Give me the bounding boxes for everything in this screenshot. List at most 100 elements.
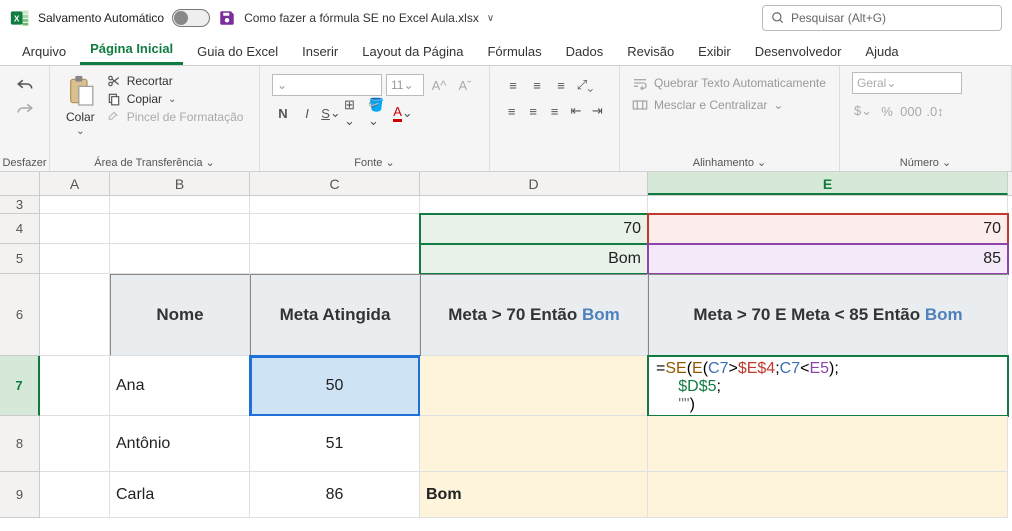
underline-button[interactable]: S ⌄ xyxy=(320,102,342,124)
search-input[interactable]: Pesquisar (Alt+G) xyxy=(762,5,1002,31)
orient[interactable]: ⤢⌄ xyxy=(574,74,596,96)
tab-pagina-inicial[interactable]: Página Inicial xyxy=(80,35,183,65)
group-align: Alinhamento ⌄ xyxy=(620,156,839,169)
hdr-d[interactable]: Meta > 70 Então Bom xyxy=(420,274,648,356)
col-D[interactable]: D xyxy=(420,172,648,195)
font-color-button[interactable]: A⌄ xyxy=(392,102,414,124)
cell-B8[interactable]: Antônio xyxy=(110,416,250,472)
cell-E5[interactable]: 85 xyxy=(648,244,1008,274)
size-combo[interactable]: 11 ⌄ xyxy=(386,74,424,96)
svg-text:X: X xyxy=(14,13,20,23)
col-A[interactable]: A xyxy=(40,172,110,195)
tab-exibir[interactable]: Exibir xyxy=(688,38,741,65)
grow-font[interactable]: A^ xyxy=(428,74,450,96)
paste-icon xyxy=(66,74,94,108)
brush-icon xyxy=(107,110,121,124)
cell-C7[interactable]: 50 xyxy=(250,356,420,416)
copy-icon xyxy=(107,92,121,106)
currency-button[interactable]: $⌄ xyxy=(852,100,874,122)
tab-layout[interactable]: Layout da Página xyxy=(352,38,473,65)
cell-E8[interactable] xyxy=(648,416,1008,472)
tab-dados[interactable]: Dados xyxy=(556,38,614,65)
tab-arquivo[interactable]: Arquivo xyxy=(12,38,76,65)
percent-button[interactable]: % xyxy=(876,100,898,122)
cell-D4[interactable]: 70 xyxy=(420,214,648,244)
cell-D8[interactable] xyxy=(420,416,648,472)
tab-inserir[interactable]: Inserir xyxy=(292,38,348,65)
borders-button[interactable]: ⊞ ⌄ xyxy=(344,102,366,124)
group-numero: Número ⌄ xyxy=(840,156,1011,169)
indent-dec[interactable]: ⇤ xyxy=(566,100,585,122)
tab-guia[interactable]: Guia do Excel xyxy=(187,38,288,65)
comma-button[interactable]: 000 xyxy=(900,100,922,122)
merge-icon xyxy=(632,98,648,112)
tab-ajuda[interactable]: Ajuda xyxy=(855,38,908,65)
row-3[interactable]: 3 xyxy=(0,196,40,214)
hdr-nome[interactable]: Nome xyxy=(110,274,250,356)
row-9[interactable]: 9 xyxy=(0,472,40,518)
group-clip: Área de Transferência ⌄ xyxy=(50,156,259,169)
shrink-font[interactable]: Aˇ xyxy=(454,74,476,96)
tab-revisao[interactable]: Revisão xyxy=(617,38,684,65)
autosave-label: Salvamento Automático xyxy=(38,11,164,25)
row-5[interactable]: 5 xyxy=(0,244,40,274)
wrap-icon xyxy=(632,76,648,90)
row-8[interactable]: 8 xyxy=(0,416,40,472)
fill-color-button[interactable]: 🪣⌄ xyxy=(368,102,390,124)
merge-button[interactable]: Mesclar e Centralizar ⌄ xyxy=(632,94,827,116)
row-6[interactable]: 6 xyxy=(0,274,40,356)
bold-button[interactable]: N xyxy=(272,102,294,124)
number-format-combo[interactable]: Geral ⌄ xyxy=(852,72,962,94)
tab-desenvolvedor[interactable]: Desenvolvedor xyxy=(745,38,852,65)
undo-button[interactable] xyxy=(13,74,37,94)
search-icon xyxy=(771,11,785,25)
redo-button[interactable] xyxy=(13,98,37,118)
cell-E7-editing[interactable]: =SE(E(C7>$E$4;C7<E5); $D$5; "") SE(teste… xyxy=(648,356,1008,416)
inc-dec-button[interactable]: .0↕ xyxy=(924,100,946,122)
align-right[interactable]: ≡ xyxy=(545,100,564,122)
col-B[interactable]: B xyxy=(110,172,250,195)
row-headers: 3 4 5 6 7 8 9 xyxy=(0,196,40,518)
cut-button[interactable]: Recortar xyxy=(107,74,244,88)
hdr-e[interactable]: Meta > 70 E Meta < 85 Então Bom xyxy=(648,274,1008,356)
col-C[interactable]: C xyxy=(250,172,420,195)
filename-dropdown[interactable]: ∨ xyxy=(487,13,494,24)
ribbon-tabs: Arquivo Página Inicial Guia do Excel Ins… xyxy=(0,36,1012,66)
scissors-icon xyxy=(107,74,121,88)
ribbon: Desfazer Colar⌄ Recortar Copiar⌄ Pincel … xyxy=(0,66,1012,172)
column-headers: A B C D E xyxy=(0,172,1012,196)
excel-icon: X xyxy=(10,8,30,28)
wrap-text-button[interactable]: Quebrar Texto Automaticamente xyxy=(632,72,827,94)
tab-formulas[interactable]: Fórmulas xyxy=(477,38,551,65)
copy-button[interactable]: Copiar⌄ xyxy=(107,92,244,106)
format-painter-button[interactable]: Pincel de Formatação xyxy=(107,110,244,124)
group-fonte: Fonte ⌄ xyxy=(260,156,489,169)
col-E[interactable]: E xyxy=(648,172,1008,195)
indent-inc[interactable]: ⇥ xyxy=(588,100,607,122)
cell-area[interactable]: 70 70 Bom 85 ✛ Nome Meta Atingida Meta >… xyxy=(40,196,1012,518)
cell-C9[interactable]: 86 xyxy=(250,472,420,518)
align-center[interactable]: ≡ xyxy=(523,100,542,122)
cell-B7[interactable]: Ana xyxy=(110,356,250,416)
align-left[interactable]: ≡ xyxy=(502,100,521,122)
cell-E9[interactable] xyxy=(648,472,1008,518)
font-combo[interactable]: ⌄ xyxy=(272,74,382,96)
autosave-toggle[interactable] xyxy=(172,9,210,27)
paste-button[interactable]: Colar⌄ xyxy=(62,70,99,141)
cell-D5[interactable]: Bom xyxy=(420,244,648,274)
row-7[interactable]: 7 xyxy=(0,356,40,416)
cell-B9[interactable]: Carla xyxy=(110,472,250,518)
cell-E4[interactable]: 70 xyxy=(648,214,1008,244)
align-bot[interactable]: ≡ xyxy=(550,74,572,96)
align-top[interactable]: ≡ xyxy=(502,74,524,96)
align-mid[interactable]: ≡ xyxy=(526,74,548,96)
cell-C8[interactable]: 51 xyxy=(250,416,420,472)
italic-button[interactable]: I xyxy=(296,102,318,124)
row-4[interactable]: 4 xyxy=(0,214,40,244)
filename: Como fazer a fórmula SE no Excel Aula.xl… xyxy=(244,11,479,25)
save-icon[interactable] xyxy=(218,9,236,27)
hdr-meta[interactable]: Meta Atingida xyxy=(250,274,420,356)
group-desfazer: Desfazer xyxy=(0,157,49,169)
cell-D9[interactable]: Bom xyxy=(420,472,648,518)
cell-D7[interactable] xyxy=(420,356,648,416)
